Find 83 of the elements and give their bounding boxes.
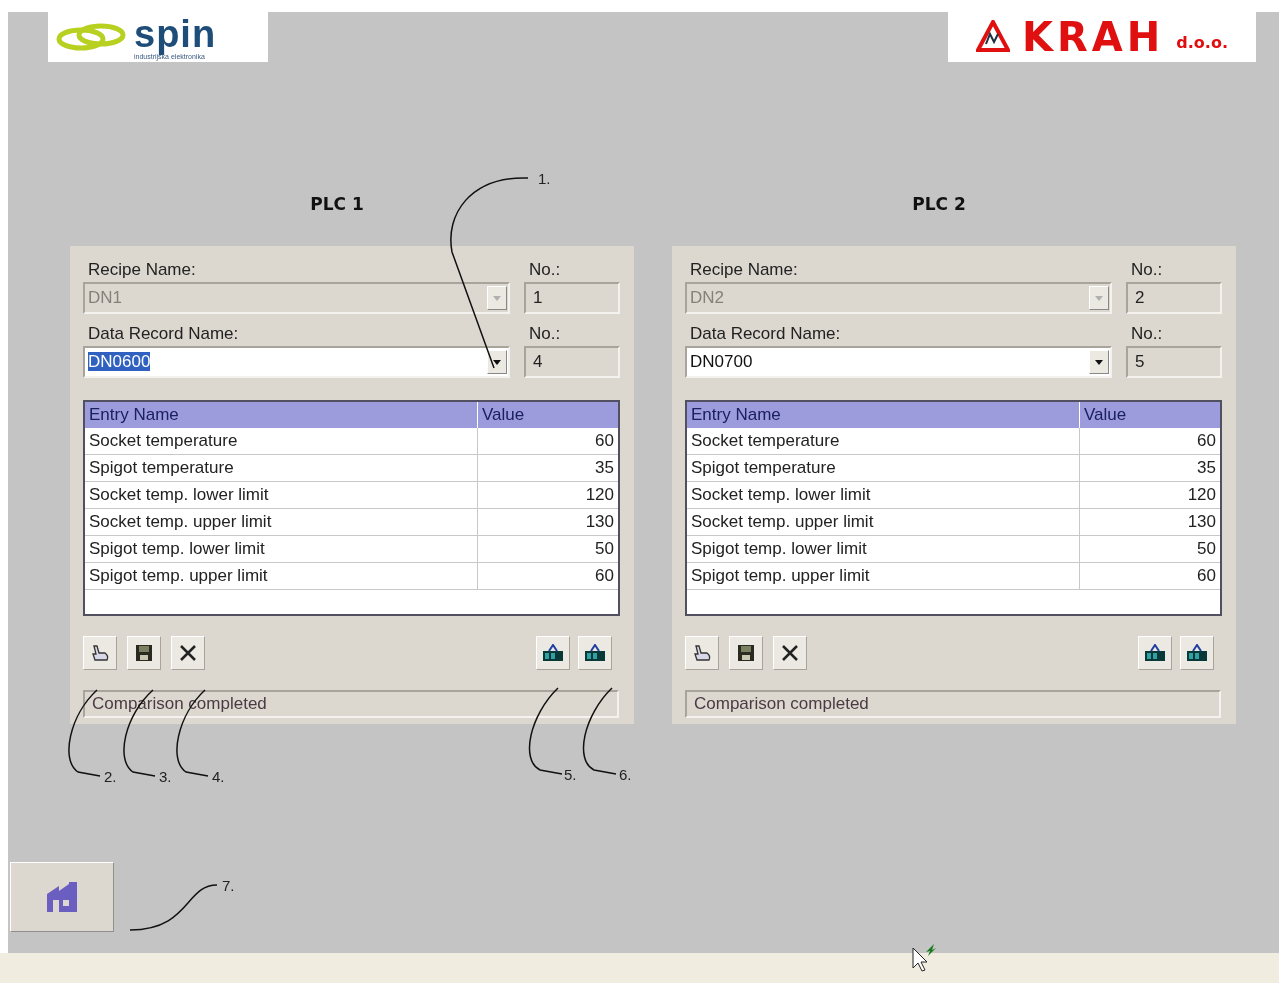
hand-icon [692, 644, 712, 662]
close-icon [179, 644, 197, 662]
field-label: No.: [1130, 259, 1164, 281]
table-cell: 50 [477, 536, 618, 562]
factory-icon [45, 882, 79, 912]
table-cell: 60 [477, 428, 618, 454]
table-cell-text: Socket temp. upper limit [88, 511, 273, 533]
dropdown-arrow-button[interactable] [487, 350, 507, 374]
logo-text: d.o.o. [1176, 33, 1228, 54]
table-cell-text: Socket temperature [690, 430, 841, 452]
swoosh-icon [56, 22, 126, 52]
undo-button[interactable] [83, 636, 117, 670]
table-cell-text: Spigot temp. lower limit [88, 538, 266, 560]
record-dropdown[interactable]: DN0700 [685, 346, 1112, 378]
caret-icon [1095, 359, 1103, 365]
table-cell: 130 [1079, 509, 1220, 535]
table-cell-text: Socket temperature [88, 430, 239, 452]
download-button[interactable] [578, 636, 612, 670]
column-header[interactable]: Value [477, 402, 618, 428]
plc-transfer-icon [542, 644, 564, 662]
callout-number: 2. [104, 768, 117, 785]
table-cell: 50 [1079, 536, 1220, 562]
callout-number: 4. [212, 768, 225, 785]
table-cell: 35 [1079, 455, 1220, 481]
callout-number: 3. [159, 768, 172, 785]
table-cell: 60 [477, 563, 618, 589]
undo-button[interactable] [685, 636, 719, 670]
upload-button[interactable] [1138, 636, 1172, 670]
plc-transfer-icon [584, 644, 606, 662]
dropdown-arrow-button[interactable] [1089, 350, 1109, 374]
number-field: 5 [1126, 346, 1222, 378]
field-label: Recipe Name: [689, 259, 799, 281]
save-button[interactable] [729, 636, 763, 670]
plc-transfer-icon [1186, 644, 1208, 662]
caret-icon [1095, 295, 1103, 301]
field-label: Data Record Name: [87, 323, 240, 345]
table-cell: 60 [1079, 563, 1220, 589]
table-cell-text: Socket temp. lower limit [690, 484, 872, 506]
field-label: No.: [528, 259, 562, 281]
table-cell-text: Spigot temperature [88, 457, 235, 479]
field-label: No.: [528, 323, 562, 345]
field-label: No.: [1130, 323, 1164, 345]
section-title: PLC 2 [912, 194, 966, 216]
table-cell-text: Socket temp. upper limit [690, 511, 875, 533]
number-field: 1 [524, 282, 620, 314]
table-cell: 120 [477, 482, 618, 508]
table-cell: 130 [477, 509, 618, 535]
triangle-logo-icon [976, 20, 1011, 54]
plc-transfer-icon [1144, 644, 1166, 662]
callout-number: 5. [564, 766, 577, 783]
column-header[interactable]: Value [1079, 402, 1220, 428]
column-header[interactable]: Entry Name [85, 402, 477, 428]
field-label: Recipe Name: [87, 259, 197, 281]
callout-number: 7. [222, 877, 235, 894]
home-button[interactable] [10, 862, 114, 932]
table-cell: 60 [1079, 428, 1220, 454]
logo-text: KRAH [1022, 14, 1165, 60]
logo-text: spin [134, 14, 217, 53]
save-button[interactable] [127, 636, 161, 670]
record-dropdown[interactable]: DN0600 [83, 346, 510, 378]
status-field: Comparison completed [685, 690, 1221, 718]
close-icon [781, 644, 799, 662]
table-cell-text: Spigot temp. lower limit [690, 538, 868, 560]
table-cell-text: Spigot temp. upper limit [88, 565, 269, 587]
caret-icon [493, 295, 501, 301]
delete-button[interactable] [171, 636, 205, 670]
table-cell-text: Socket temp. lower limit [88, 484, 270, 506]
number-field: 2 [1126, 282, 1222, 314]
hand-icon [90, 644, 110, 662]
caret-icon [493, 359, 501, 365]
table-cell-text: Spigot temp. upper limit [690, 565, 871, 587]
column-header[interactable]: Entry Name [687, 402, 1079, 428]
delete-button[interactable] [773, 636, 807, 670]
callout-number: 6. [619, 766, 632, 783]
field-label: Data Record Name: [689, 323, 842, 345]
table-cell-text: Spigot temperature [690, 457, 837, 479]
table-cell: 120 [1079, 482, 1220, 508]
upload-button[interactable] [536, 636, 570, 670]
download-button[interactable] [1180, 636, 1214, 670]
callout-number: 1. [538, 170, 551, 187]
table-cell: 35 [477, 455, 618, 481]
number-field: 4 [524, 346, 620, 378]
section-title: PLC 1 [310, 194, 364, 216]
